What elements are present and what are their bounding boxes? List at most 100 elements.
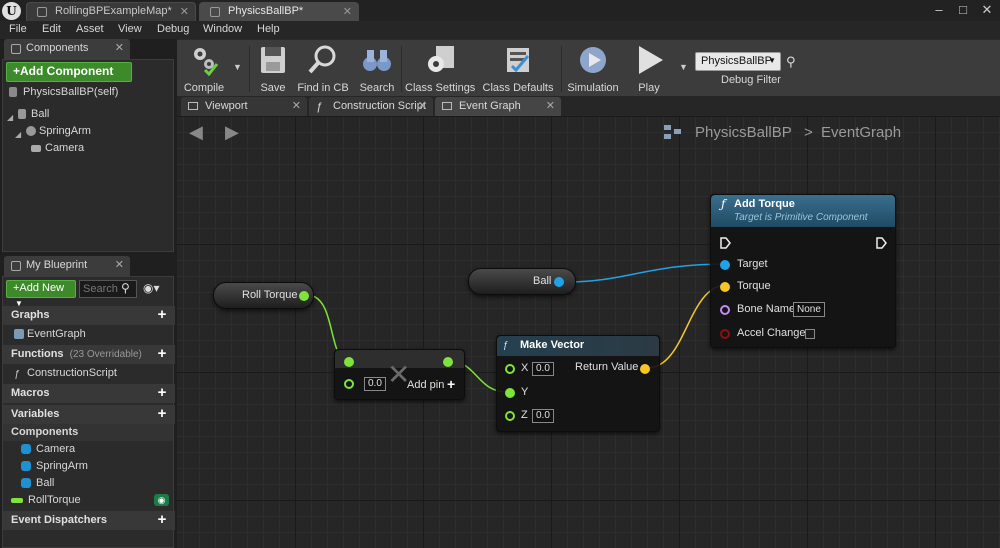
compile-icon — [194, 48, 219, 77]
y-input-pin[interactable] — [505, 388, 515, 398]
add-variable-button[interactable]: + — [155, 406, 169, 421]
ball-label: Ball — [533, 275, 552, 287]
tab-construction-script[interactable]: ƒ Construction Script ✕ — [309, 97, 433, 116]
eye-icon[interactable]: ◉ — [154, 494, 169, 506]
components-category[interactable]: Components — [3, 424, 173, 441]
add-float-node[interactable]: 0.0 ✕ Add pin + — [334, 349, 465, 400]
close-window-icon[interactable]: ✕ — [976, 0, 998, 21]
graphs-header[interactable]: Graphs + — [3, 306, 175, 325]
float-value-field[interactable]: 0.0 — [364, 377, 386, 391]
macros-header[interactable]: Macros + — [3, 384, 175, 403]
close-icon[interactable]: ✕ — [180, 5, 189, 18]
variable-item-rolltorque[interactable]: RollTorque ◉ — [3, 492, 173, 509]
x-input-pin[interactable] — [505, 364, 515, 374]
search-icon[interactable]: ⚲ — [786, 54, 796, 70]
tab-event-graph[interactable]: Event Graph ✕ — [435, 97, 561, 116]
accel-change-input-pin[interactable] — [720, 329, 730, 339]
menu-edit[interactable]: Edit — [42, 23, 61, 35]
chevron-down-icon[interactable]: ▼ — [233, 62, 242, 72]
event-graph-canvas[interactable]: ◀ ▶ PhysicsBallBP > EventGraph Roll Torq… — [177, 116, 1000, 548]
variable-item-camera[interactable]: Camera — [3, 441, 173, 458]
float-output-pin[interactable] — [299, 291, 309, 301]
maximize-icon[interactable]: □ — [952, 0, 974, 21]
tree-item-springarm[interactable]: ◢ SpringArm — [3, 123, 173, 140]
event-dispatchers-header[interactable]: Event Dispatchers + — [3, 511, 175, 530]
add-graph-button[interactable]: + — [155, 307, 169, 322]
document-tab-blueprint[interactable]: PhysicsBallBP* ✕ — [199, 2, 359, 21]
z-value-field[interactable]: 0.0 — [532, 409, 554, 423]
minimize-icon[interactable]: – — [928, 0, 950, 21]
tab-viewport[interactable]: Viewport ✕ — [181, 97, 307, 116]
add-function-button[interactable]: + — [155, 346, 169, 361]
bone-name-input-pin[interactable] — [720, 305, 730, 315]
close-icon[interactable]: ✕ — [115, 258, 124, 271]
close-icon[interactable]: ✕ — [546, 99, 555, 112]
add-event-dispatcher-button[interactable]: + — [155, 512, 169, 527]
close-icon[interactable]: ✕ — [292, 99, 301, 112]
exec-output-pin[interactable] — [876, 237, 887, 249]
eye-icon[interactable]: ◉▾ — [143, 281, 160, 295]
menu-view[interactable]: View — [118, 23, 142, 35]
variables-header[interactable]: Variables + — [3, 405, 175, 424]
function-item-constructionscript[interactable]: ƒ ConstructionScript — [3, 365, 173, 382]
graph-item-label: EventGraph — [27, 328, 86, 340]
variable-item-springarm[interactable]: SpringArm — [3, 458, 173, 475]
compile-button[interactable]: Compile — [181, 44, 227, 96]
toolbar-separator — [249, 46, 250, 92]
debug-filter-select[interactable]: PhysicsBallBP ▼ — [695, 52, 781, 71]
self-component-row[interactable]: PhysicsBallBP(self) — [3, 84, 173, 101]
add-pin-label[interactable]: Add pin — [407, 379, 444, 391]
add-torque-title: Add Torque — [734, 198, 795, 210]
float-input-pin[interactable] — [344, 379, 354, 389]
search-button[interactable]: Search — [357, 44, 397, 96]
float-input-pin[interactable] — [344, 357, 354, 367]
graph-item-eventgraph[interactable]: EventGraph — [3, 326, 173, 343]
menu-asset[interactable]: Asset — [76, 23, 104, 35]
close-icon[interactable]: ✕ — [115, 41, 124, 54]
ball-node[interactable]: Ball — [468, 268, 576, 295]
target-input-pin[interactable] — [720, 260, 730, 270]
functions-header[interactable]: Functions (23 Overridable) + — [3, 345, 175, 364]
menu-help[interactable]: Help — [257, 23, 280, 35]
add-pin-plus-icon[interactable]: + — [447, 376, 455, 392]
class-settings-button[interactable]: Class Settings — [405, 44, 475, 96]
vector-output-pin[interactable] — [640, 364, 650, 374]
chevron-down-icon[interactable]: ▼ — [679, 62, 688, 72]
debug-filter-value: PhysicsBallBP — [701, 55, 772, 67]
object-output-pin[interactable] — [554, 277, 564, 287]
tree-item-ball[interactable]: ◢ Ball — [3, 106, 173, 123]
float-output-pin[interactable] — [443, 357, 453, 367]
components-tab[interactable]: Components ✕ — [4, 39, 130, 59]
find-in-cb-button[interactable]: Find in CB — [295, 44, 351, 96]
close-icon[interactable]: ✕ — [343, 5, 352, 18]
tree-item-camera[interactable]: Camera — [3, 140, 173, 157]
editor-tabs: Viewport ✕ ƒ Construction Script ✕ Event… — [177, 96, 1000, 116]
add-new-button[interactable]: +Add New ▼ — [6, 280, 76, 308]
play-button[interactable]: Play — [629, 44, 669, 96]
z-input-pin[interactable] — [505, 411, 515, 421]
simulation-button[interactable]: Simulation — [565, 44, 621, 96]
torque-input-pin[interactable] — [720, 282, 730, 292]
roll-torque-node[interactable]: Roll Torque — [213, 282, 314, 309]
save-button[interactable]: Save — [255, 44, 291, 96]
make-vector-node[interactable]: ƒ Make Vector X 0.0 Return Value Y Z 0.0 — [496, 335, 660, 432]
exec-input-pin[interactable] — [720, 237, 731, 249]
menu-debug[interactable]: Debug — [157, 23, 189, 35]
document-tab-map[interactable]: RollingBPExampleMap* ✕ — [26, 2, 196, 21]
bone-name-field[interactable]: None — [793, 302, 825, 317]
accel-change-checkbox[interactable] — [805, 329, 815, 339]
close-icon[interactable]: ✕ — [418, 99, 427, 112]
camera-icon — [31, 145, 41, 152]
my-blueprint-tab[interactable]: My Blueprint ✕ — [4, 256, 130, 276]
class-defaults-button[interactable]: Class Defaults — [481, 44, 555, 96]
menu-window[interactable]: Window — [203, 23, 242, 35]
add-macro-button[interactable]: + — [155, 385, 169, 400]
add-component-button[interactable]: +Add Component — [6, 62, 132, 82]
play-icon — [639, 46, 663, 74]
x-value-field[interactable]: 0.0 — [532, 362, 554, 376]
menu-file[interactable]: File — [9, 23, 27, 35]
variable-item-ball[interactable]: Ball — [3, 475, 173, 492]
add-torque-node[interactable]: ƒ Add Torque Target is Primitive Compone… — [710, 194, 896, 348]
document-tab-label: RollingBPExampleMap* — [55, 5, 172, 17]
event-dispatchers-header-label: Event Dispatchers — [11, 514, 107, 526]
